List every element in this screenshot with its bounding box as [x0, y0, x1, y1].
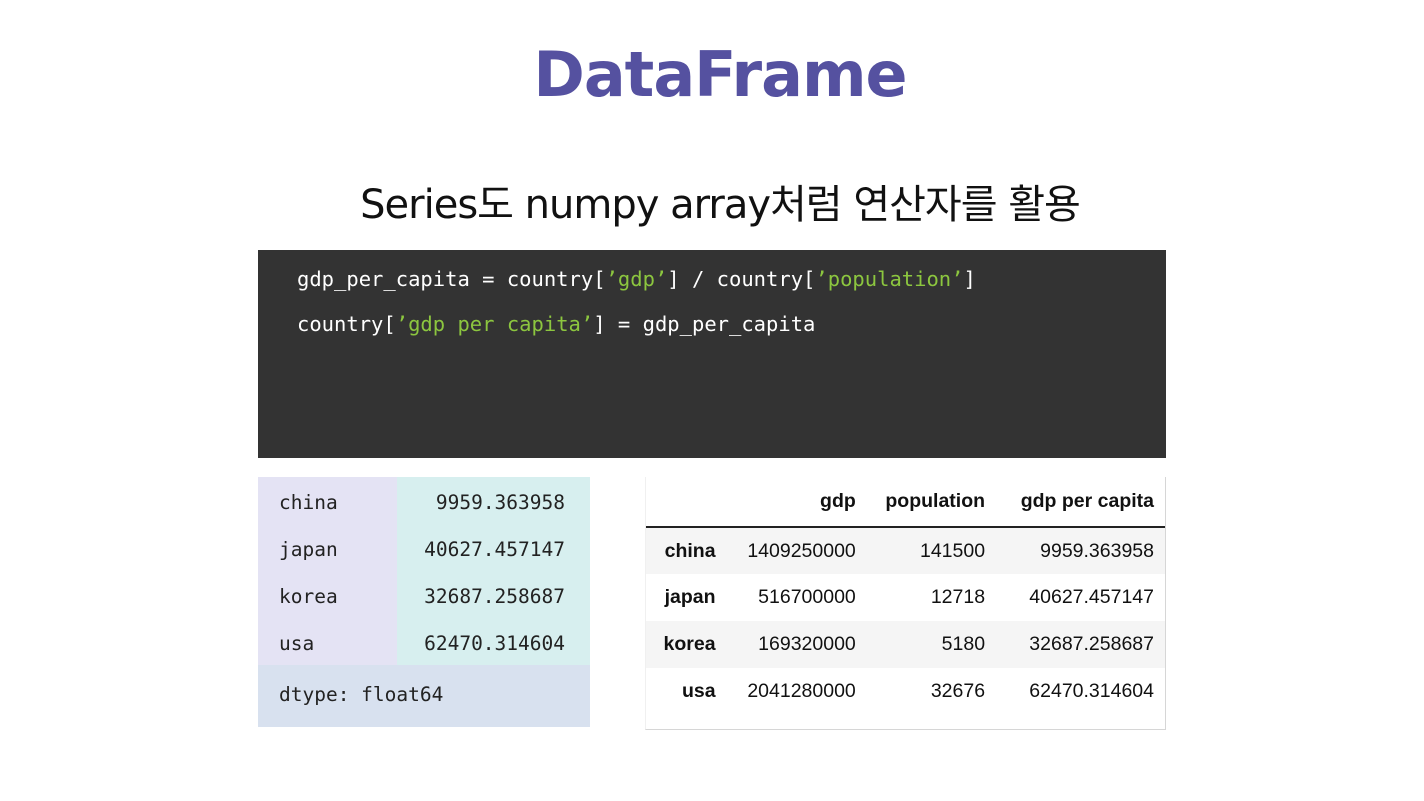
cell-gdp-per-capita: 9959.363958 — [1040, 539, 1154, 562]
series-row: korea 32687.258687 — [258, 571, 590, 618]
cell-population: 5180 — [941, 633, 986, 655]
column-header-gdp-per-capita: gdp per capita — [1020, 490, 1154, 512]
series-dtype: dtype: float64 — [258, 665, 590, 727]
cell-population: 32676 — [930, 680, 986, 702]
cell-population: 12718 — [930, 586, 986, 608]
series-row: japan 40627.457147 — [258, 524, 590, 571]
cell-gdp: 516700000 — [758, 586, 856, 608]
code-text: country[ — [297, 312, 396, 336]
series-index-cell: japan — [258, 524, 397, 571]
table-row: japan 516700000 12718 40627.457147 — [646, 574, 1165, 621]
column-header-index — [646, 477, 716, 527]
row-index: china — [664, 539, 716, 562]
cell-gdp: 1409250000 — [747, 539, 856, 562]
series-index-cell: usa — [258, 618, 397, 665]
table-row: korea 169320000 5180 32687.258687 — [646, 621, 1165, 668]
row-index: usa — [681, 680, 716, 702]
slide-title: DataFrame — [533, 38, 907, 111]
code-text: gdp_per_capita = country[ — [297, 267, 606, 291]
series-value-cell: 40627.457147 — [397, 524, 590, 571]
column-header-population: population — [885, 490, 986, 512]
series-row: usa 62470.314604 — [258, 618, 590, 665]
cell-gdp-per-capita: 32687.258687 — [1029, 633, 1154, 655]
cell-gdp: 169320000 — [758, 633, 856, 655]
slide-subtitle: Series도 numpy array처럼 연산자를 활용 — [360, 182, 1081, 228]
cell-gdp: 2041280000 — [747, 680, 856, 702]
table-row: china 1409250000 141500 9959.363958 — [646, 527, 1165, 574]
series-value-cell: 62470.314604 — [397, 618, 590, 665]
column-header-gdp: gdp — [820, 490, 856, 512]
code-text: ] / country[ — [667, 267, 816, 291]
row-index: japan — [664, 586, 716, 608]
cell-gdp-per-capita: 40627.457147 — [1029, 586, 1154, 608]
table-header-row: gdp population gdp per capita — [646, 477, 1165, 527]
row-index: korea — [663, 633, 716, 655]
series-row: china 9959.363958 — [258, 477, 590, 524]
series-index-cell: korea — [258, 571, 397, 618]
code-line-1: gdp_per_capita = country[’gdp’] / countr… — [297, 264, 1166, 309]
code-line-2: country[’gdp per capita’] = gdp_per_capi… — [297, 309, 1166, 354]
dataframe-table: gdp population gdp per capita china 1409… — [645, 477, 1166, 730]
series-value-cell: 32687.258687 — [397, 571, 590, 618]
series-output: china 9959.363958 japan 40627.457147 kor… — [258, 477, 590, 727]
code-string: ’gdp’ — [605, 267, 668, 291]
series-value-cell: 9959.363958 — [397, 477, 590, 524]
cell-gdp-per-capita: 62470.314604 — [1029, 680, 1154, 702]
code-string: ’population’ — [815, 267, 964, 291]
code-text: ] — [963, 267, 976, 291]
series-index-cell: china — [258, 477, 397, 524]
code-string: ’gdp per capita’ — [395, 312, 594, 336]
code-block: gdp_per_capita = country[’gdp’] / countr… — [258, 250, 1166, 458]
cell-population: 141500 — [919, 539, 986, 562]
table-row: usa 2041280000 32676 62470.314604 — [646, 668, 1165, 715]
code-text: ] = gdp_per_capita — [593, 312, 816, 336]
